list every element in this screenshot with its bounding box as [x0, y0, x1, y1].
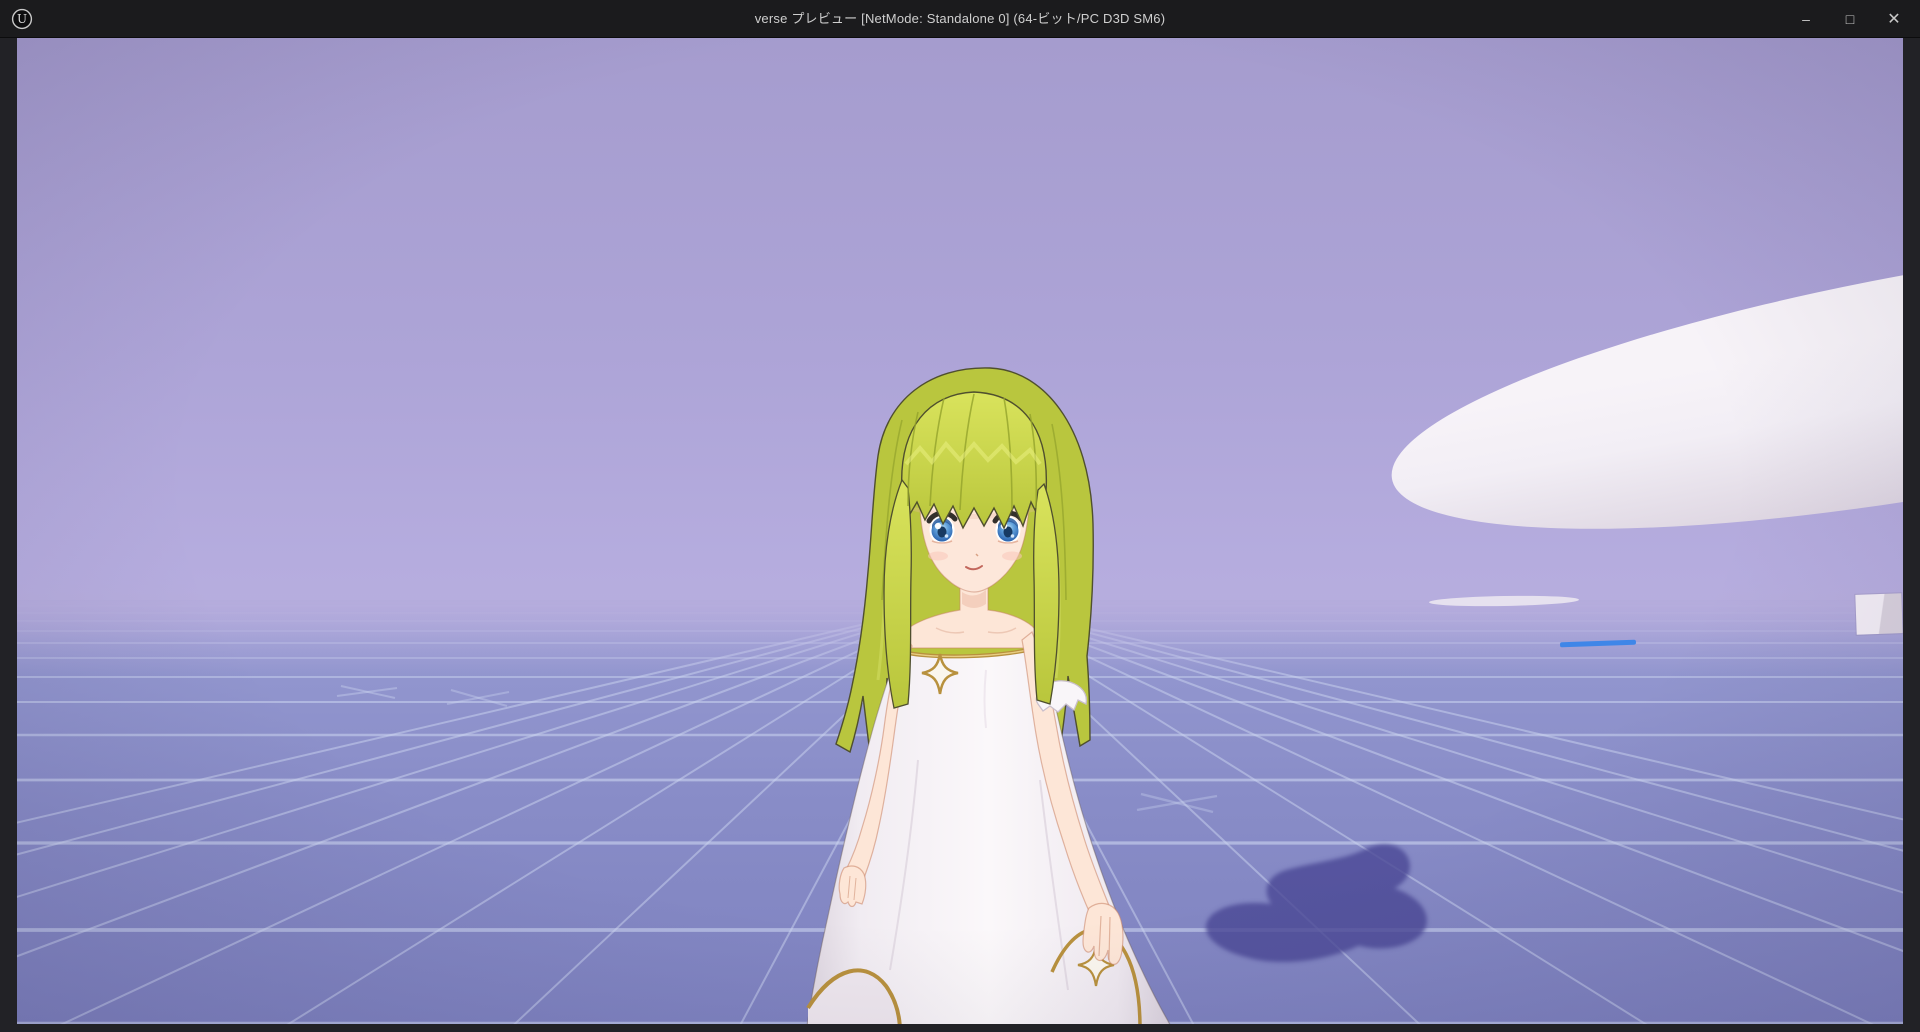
- character-figure: [790, 360, 1190, 1024]
- window-controls: – □ ✕: [1784, 0, 1916, 37]
- close-button[interactable]: ✕: [1872, 0, 1916, 37]
- app-window: U verse プレビュー [NetMode: Standalone 0] (6…: [0, 0, 1920, 1032]
- window-title: verse プレビュー [NetMode: Standalone 0] (64-…: [755, 0, 1166, 37]
- logo-letter: U: [17, 12, 27, 26]
- titlebar[interactable]: U verse プレビュー [NetMode: Standalone 0] (6…: [0, 0, 1920, 38]
- character-cast-shadow: [1192, 838, 1450, 978]
- maximize-button[interactable]: □: [1828, 0, 1872, 37]
- window-frame: [0, 37, 1920, 1032]
- blush-left: [928, 552, 948, 561]
- unreal-engine-logo-icon: U: [11, 8, 33, 30]
- minimize-button[interactable]: –: [1784, 0, 1828, 37]
- left-hand: [839, 866, 866, 907]
- distant-cube: [1855, 593, 1902, 635]
- blush-right: [1002, 552, 1022, 561]
- game-viewport[interactable]: [17, 37, 1903, 1024]
